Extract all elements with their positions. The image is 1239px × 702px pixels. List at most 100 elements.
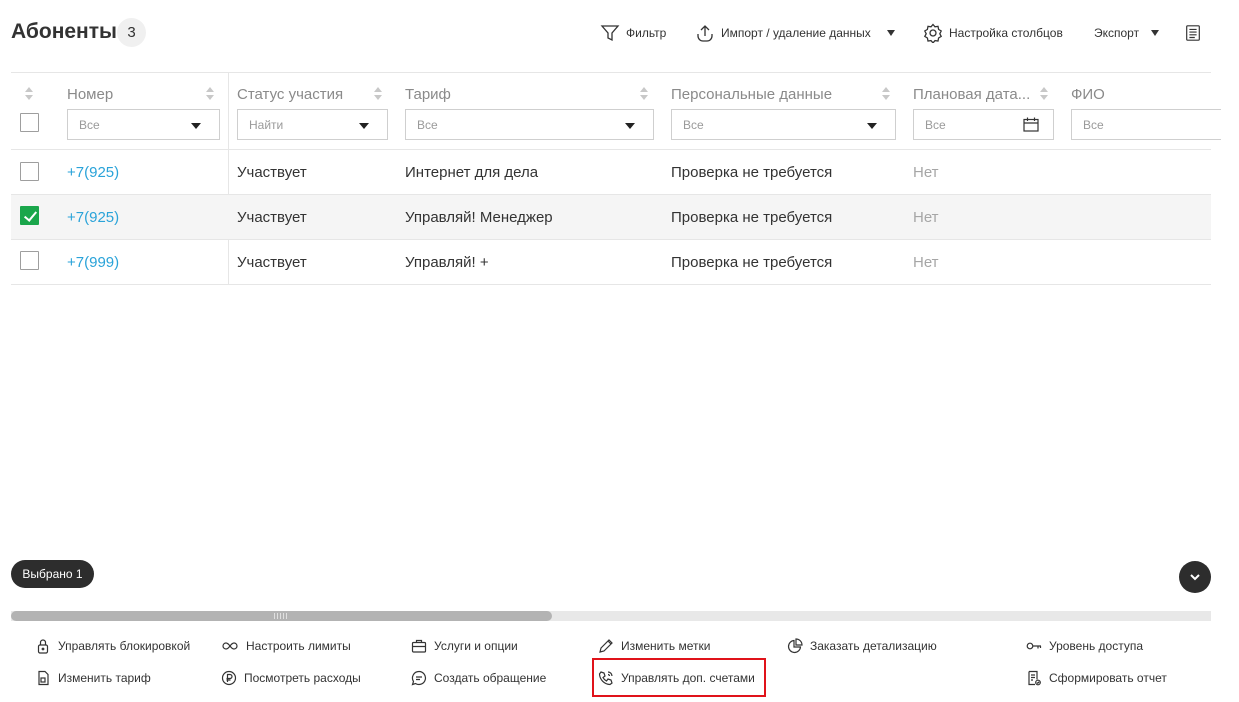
sort-icon[interactable] xyxy=(639,85,649,103)
change-tariff-label: Изменить тариф xyxy=(58,671,151,685)
manage-block-label: Управлять блокировкой xyxy=(58,639,191,653)
personal-data-cell: Проверка не требуется xyxy=(671,164,833,181)
table-divider xyxy=(11,72,1211,73)
column-header-tariff[interactable]: Тариф xyxy=(405,86,451,103)
access-level-action[interactable]: Уровень доступа xyxy=(1026,638,1143,654)
personal-data-cell: Проверка не требуется xyxy=(671,209,833,226)
tariff-filter-select[interactable]: Все xyxy=(405,109,654,140)
sort-icon[interactable] xyxy=(205,85,215,103)
highlight-frame xyxy=(592,658,766,697)
edit-tags-label: Изменить метки xyxy=(621,639,711,653)
column-header-personal-data[interactable]: Персональные данные xyxy=(671,86,832,103)
planned-date-filter-input[interactable]: Все xyxy=(913,109,1054,140)
access-level-label: Уровень доступа xyxy=(1049,639,1144,653)
chevron-down-icon xyxy=(359,123,369,129)
tariff-cell: Управляй! Менеджер xyxy=(405,209,553,226)
lock-icon xyxy=(37,639,49,654)
ruble-coin-icon xyxy=(221,670,237,686)
fio-filter-value: Все xyxy=(1083,117,1104,132)
table-row[interactable]: +7(999) Участвует Управляй! + Проверка н… xyxy=(11,240,1211,285)
create-request-action[interactable]: Создать обращение xyxy=(411,670,546,686)
upload-icon xyxy=(697,25,713,42)
number-filter-value: Все xyxy=(79,117,100,132)
pie-chart-icon xyxy=(787,638,803,654)
select-all-checkbox[interactable] xyxy=(20,113,39,132)
planned-date-cell: Нет xyxy=(913,164,939,181)
change-tariff-action[interactable]: Изменить тариф xyxy=(35,670,151,686)
export-dropdown[interactable]: Экспорт xyxy=(1094,18,1160,48)
sort-icon[interactable] xyxy=(24,85,34,103)
infinity-icon xyxy=(222,642,238,650)
view-expenses-action[interactable]: Посмотреть расходы xyxy=(221,670,361,686)
services-options-label: Услуги и опции xyxy=(434,639,518,653)
chevron-down-icon xyxy=(191,123,201,129)
report-icon xyxy=(1028,670,1041,686)
tariff-cell: Интернет для дела xyxy=(405,164,539,181)
tariff-filter-value: Все xyxy=(417,117,438,132)
scroll-down-button[interactable] xyxy=(1179,561,1211,593)
make-report-action[interactable]: Сформировать отчет xyxy=(1026,670,1167,686)
status-cell: Участвует xyxy=(237,164,307,181)
table-row[interactable]: +7(925) Участвует Интернет для дела Пров… xyxy=(11,150,1211,195)
number-filter-select[interactable]: Все xyxy=(67,109,220,140)
column-settings-label: Настройка столбцов xyxy=(949,26,1063,40)
personal-data-filter-select[interactable]: Все xyxy=(671,109,896,140)
phone-number-link[interactable]: +7(925) xyxy=(67,164,119,181)
status-cell: Участвует xyxy=(237,209,307,226)
status-filter-value: Найти xyxy=(249,117,284,132)
page-title: Абоненты xyxy=(11,20,117,43)
scrollbar-grip xyxy=(274,613,288,619)
manage-block-action[interactable]: Управлять блокировкой xyxy=(35,638,190,654)
row-checkbox[interactable] xyxy=(20,162,39,181)
row-checkbox[interactable] xyxy=(20,251,39,270)
key-icon xyxy=(1026,642,1042,650)
order-details-label: Заказать детализацию xyxy=(810,639,937,653)
status-filter-select[interactable]: Найти xyxy=(237,109,388,140)
column-header-planned-date[interactable]: Плановая дата... xyxy=(913,86,1030,103)
status-cell: Участвует xyxy=(237,254,307,271)
order-details-action[interactable]: Заказать детализацию xyxy=(787,638,937,654)
column-header-fio[interactable]: ФИО xyxy=(1071,86,1105,103)
selected-count-pill[interactable]: Выбрано 1 xyxy=(11,560,94,588)
pencil-icon xyxy=(599,639,613,653)
fio-filter-input[interactable]: Все xyxy=(1071,109,1221,140)
import-delete-dropdown[interactable]: Импорт / удаление данных xyxy=(695,18,895,48)
sort-icon[interactable] xyxy=(373,85,383,103)
column-header-number[interactable]: Номер xyxy=(67,86,113,103)
table-row[interactable]: +7(925) Участвует Управляй! Менеджер Про… xyxy=(11,195,1211,240)
phone-number-link[interactable]: +7(999) xyxy=(67,254,119,271)
set-limits-label: Настроить лимиты xyxy=(246,639,351,653)
document-list-icon xyxy=(1186,25,1200,41)
planned-date-cell: Нет xyxy=(913,209,939,226)
table-divider xyxy=(11,284,1211,285)
sort-icon[interactable] xyxy=(1039,85,1049,103)
briefcase-icon xyxy=(411,639,427,653)
chevron-down-icon xyxy=(886,30,895,36)
filter-icon xyxy=(600,25,620,42)
tariff-cell: Управляй! + xyxy=(405,254,489,271)
chevron-down-icon xyxy=(867,123,877,129)
column-settings-button[interactable]: Настройка столбцов xyxy=(923,18,1063,48)
list-view-button[interactable] xyxy=(1184,18,1202,48)
planned-date-cell: Нет xyxy=(913,254,939,271)
export-label: Экспорт xyxy=(1094,26,1140,40)
column-header-status[interactable]: Статус участия xyxy=(237,86,343,103)
sort-icon[interactable] xyxy=(881,85,891,103)
services-options-action[interactable]: Услуги и опции xyxy=(411,638,518,654)
row-checkbox[interactable] xyxy=(20,206,39,225)
phone-number-link[interactable]: +7(925) xyxy=(67,209,119,226)
chevron-down-icon xyxy=(1190,574,1200,581)
chevron-down-icon xyxy=(1151,30,1160,36)
personal-data-cell: Проверка не требуется xyxy=(671,254,833,271)
planned-date-filter-value: Все xyxy=(925,117,946,132)
view-expenses-label: Посмотреть расходы xyxy=(244,671,361,685)
chevron-down-icon xyxy=(625,123,635,129)
edit-tags-action[interactable]: Изменить метки xyxy=(598,638,710,654)
filter-label: Фильтр xyxy=(626,26,667,40)
chat-bubble-icon xyxy=(411,670,427,686)
set-limits-action[interactable]: Настроить лимиты xyxy=(221,638,351,654)
import-label: Импорт / удаление данных xyxy=(721,26,871,40)
create-request-label: Создать обращение xyxy=(434,671,547,685)
calendar-icon[interactable] xyxy=(1023,117,1039,132)
filter-button[interactable]: Фильтр xyxy=(600,18,666,48)
